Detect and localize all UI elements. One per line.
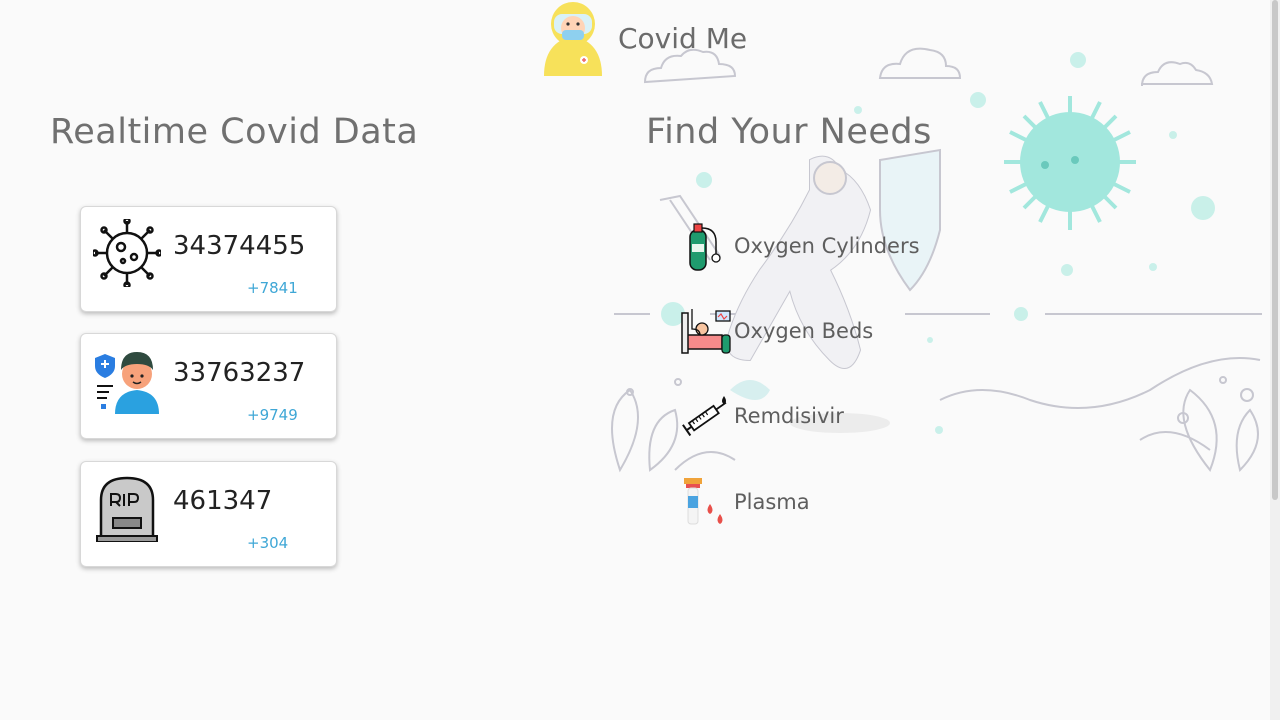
deaths-delta: +304 bbox=[247, 534, 289, 552]
stat-card-recovered[interactable]: 33763237 +9749 bbox=[80, 333, 337, 439]
need-oxygen-cylinders[interactable]: Oxygen Cylinders bbox=[680, 220, 920, 272]
need-label: Oxygen Beds bbox=[734, 319, 874, 343]
oxygen-cylinder-icon bbox=[689, 223, 721, 271]
find-needs-title: Find Your Needs bbox=[646, 112, 932, 152]
syringe-icon bbox=[682, 396, 727, 437]
virus-icon bbox=[93, 219, 161, 287]
hospital-bed-icon bbox=[681, 309, 731, 354]
need-label: Remdisivir bbox=[734, 404, 844, 428]
recovered-person-icon bbox=[95, 352, 159, 414]
total-cases-delta: +7841 bbox=[247, 279, 298, 297]
need-remdisivir[interactable]: Remdisivir bbox=[680, 390, 844, 442]
need-plasma[interactable]: Plasma bbox=[680, 476, 810, 528]
need-label: Plasma bbox=[734, 490, 810, 514]
recovered-delta: +9749 bbox=[247, 406, 298, 424]
tombstone-icon bbox=[96, 476, 158, 542]
brand-title: Covid Me bbox=[618, 21, 748, 55]
need-label: Oxygen Cylinders bbox=[734, 234, 920, 258]
brand[interactable]: Covid Me bbox=[540, 0, 747, 76]
stat-card-deaths[interactable]: 461347 +304 bbox=[80, 461, 337, 567]
hazmat-doctor-icon bbox=[544, 2, 602, 76]
need-oxygen-beds[interactable]: Oxygen Beds bbox=[680, 305, 873, 357]
scrollbar-thumb[interactable] bbox=[1272, 0, 1278, 500]
page-scrollbar[interactable] bbox=[1270, 0, 1280, 720]
recovered-value: 33763237 bbox=[173, 358, 306, 388]
total-cases-value: 34374455 bbox=[173, 231, 306, 261]
deaths-value: 461347 bbox=[173, 486, 273, 516]
plasma-icon bbox=[684, 478, 723, 525]
realtime-data-title: Realtime Covid Data bbox=[50, 112, 419, 152]
stat-card-total-cases[interactable]: 34374455 +7841 bbox=[80, 206, 337, 312]
